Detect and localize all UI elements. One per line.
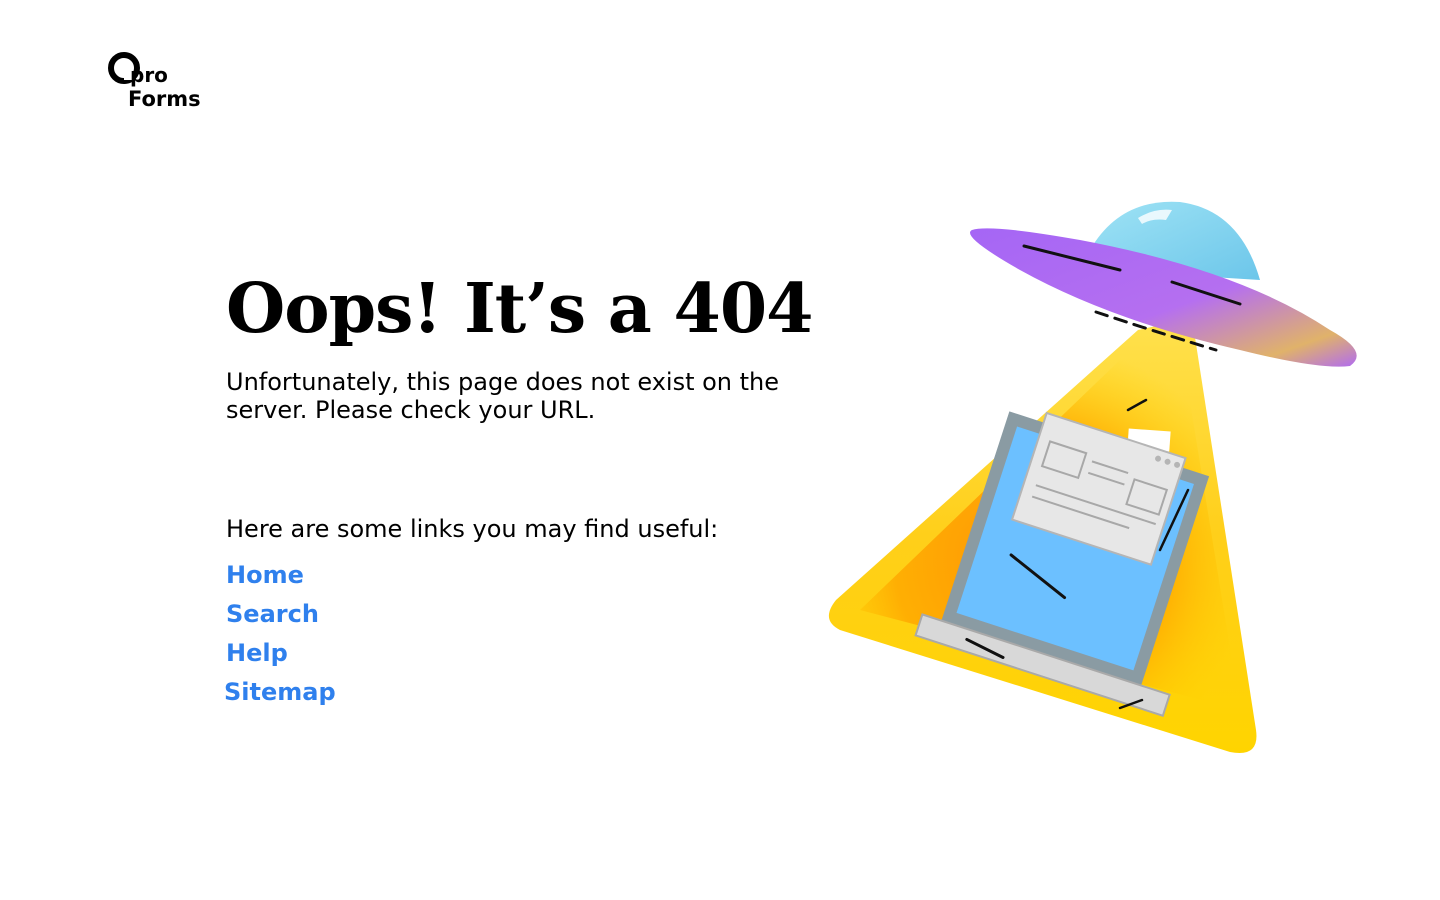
error-message: Unfortunately, this page does not exist …	[226, 368, 780, 424]
error-content: Oops! It’s a 404 Unfortunately, this pag…	[224, 266, 826, 716]
search-link[interactable]: Search	[226, 599, 319, 629]
not-found-page: pro Forms Oops! It’s a 404 Unfortunately…	[0, 0, 1440, 900]
useful-links-list: Home Search Help Sitemap	[224, 560, 826, 716]
logo-text-pro: pro	[130, 63, 168, 87]
help-link[interactable]: Help	[226, 638, 288, 668]
ufo-illustration-svg	[828, 201, 1357, 754]
logo-text-forms: Forms	[128, 87, 201, 111]
home-link[interactable]: Home	[226, 560, 304, 590]
list-item: Sitemap	[224, 677, 826, 716]
proforms-logo-mark: pro Forms	[108, 52, 201, 111]
list-item: Search	[226, 599, 826, 638]
ufo-abducting-laptop-illustration	[820, 190, 1380, 770]
list-item: Help	[226, 638, 826, 677]
proforms-logo[interactable]: pro Forms	[108, 52, 212, 112]
page-title: Oops! It’s a 404	[226, 269, 813, 349]
list-item: Home	[226, 560, 826, 599]
sitemap-link[interactable]: Sitemap	[224, 677, 336, 707]
links-intro: Here are some links you may find useful:	[226, 515, 719, 543]
